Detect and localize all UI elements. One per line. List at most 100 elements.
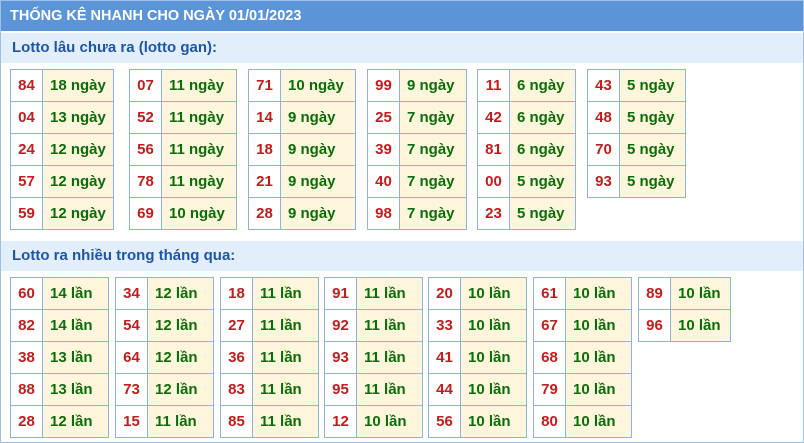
lotto-number: 99 bbox=[368, 70, 400, 101]
undefined-column: 18 11 lần 27 11 lần 36 11 lần 83 11 lần 85 11 lần bbox=[220, 277, 319, 438]
times-count: 11 lần bbox=[148, 406, 213, 437]
lotto-number: 39 bbox=[368, 134, 400, 165]
times-count: 11 lần bbox=[357, 374, 422, 405]
times-count: 10 lần bbox=[461, 278, 526, 309]
times-count: 10 lần bbox=[566, 342, 631, 373]
undefined-row: 81 6 ngày bbox=[478, 133, 575, 165]
times-count: 10 lần bbox=[461, 374, 526, 405]
times-count: 6 ngày bbox=[510, 134, 575, 165]
times-count: 11 lần bbox=[357, 342, 422, 373]
times-count: 10 lần bbox=[671, 278, 730, 309]
undefined-column: 11 6 ngày 42 6 ngày 81 6 ngày 00 5 ngày 23 5 ngày bbox=[477, 69, 576, 230]
lotto-number: 89 bbox=[639, 278, 671, 309]
times-count: 7 ngày bbox=[400, 134, 466, 165]
times-count: 14 lần bbox=[43, 278, 108, 309]
times-count: 11 lần bbox=[253, 374, 318, 405]
undefined-row: 24 12 ngày bbox=[11, 133, 113, 165]
undefined-row: 40 7 ngày bbox=[368, 165, 466, 197]
undefined-row: 33 10 lần bbox=[429, 309, 526, 341]
undefined-row: 00 5 ngày bbox=[478, 165, 575, 197]
undefined-row: 20 10 lần bbox=[429, 278, 526, 309]
lotto-number: 23 bbox=[478, 198, 510, 229]
lotto-number: 78 bbox=[130, 166, 162, 197]
undefined-row: 14 9 ngày bbox=[249, 101, 355, 133]
undefined-row: 68 10 lần bbox=[534, 341, 631, 373]
times-count: 9 ngày bbox=[281, 166, 355, 197]
lotto-number: 41 bbox=[429, 342, 461, 373]
undefined-row: 80 10 lần bbox=[534, 405, 631, 437]
lotto-number: 48 bbox=[588, 102, 620, 133]
times-count: 10 ngày bbox=[162, 198, 236, 229]
times-count: 12 ngày bbox=[43, 134, 113, 165]
lotto-number: 64 bbox=[116, 342, 148, 373]
times-count: 11 ngày bbox=[162, 166, 236, 197]
undefined-row: 61 10 lần bbox=[534, 278, 631, 309]
lotto-number: 95 bbox=[325, 374, 357, 405]
lotto-number: 67 bbox=[534, 310, 566, 341]
undefined-row: 70 5 ngày bbox=[588, 133, 685, 165]
undefined-row: 73 12 lần bbox=[116, 373, 213, 405]
times-count: 11 ngày bbox=[162, 70, 236, 101]
times-count: 11 lần bbox=[253, 342, 318, 373]
times-count: 12 lần bbox=[43, 406, 108, 437]
undefined-row: 83 11 lần bbox=[221, 373, 318, 405]
lotto-number: 57 bbox=[11, 166, 43, 197]
lotto-number: 68 bbox=[534, 342, 566, 373]
stats-panel: THỐNG KÊ NHANH CHO NGÀY 01/01/2023 Lotto… bbox=[0, 0, 804, 443]
lotto-number: 93 bbox=[588, 166, 620, 197]
lotto-number: 93 bbox=[325, 342, 357, 373]
undefined-row: 98 7 ngày bbox=[368, 197, 466, 229]
times-count: 14 lần bbox=[43, 310, 108, 341]
undefined-row: 52 11 ngày bbox=[130, 101, 236, 133]
undefined-row: 48 5 ngày bbox=[588, 101, 685, 133]
times-count: 6 ngày bbox=[510, 70, 575, 101]
undefined-column: 99 9 ngày 25 7 ngày 39 7 ngày 40 7 ngày 98 7 ngày bbox=[367, 69, 467, 230]
lotto-number: 36 bbox=[221, 342, 253, 373]
undefined-row: 95 11 lần bbox=[325, 373, 422, 405]
lotto-number: 42 bbox=[478, 102, 510, 133]
lotto-number: 18 bbox=[221, 278, 253, 309]
times-count: 5 ngày bbox=[620, 70, 685, 101]
lotto-number: 25 bbox=[368, 102, 400, 133]
lotto-number: 82 bbox=[11, 310, 43, 341]
undefined-column: 61 10 lần 67 10 lần 68 10 lần 79 10 lần 80 10 lần bbox=[533, 277, 632, 438]
lotto-number: 60 bbox=[11, 278, 43, 309]
times-count: 10 lần bbox=[566, 310, 631, 341]
times-count: 6 ngày bbox=[510, 102, 575, 133]
times-count: 12 lần bbox=[148, 278, 213, 309]
undefined-column: 84 18 ngày 04 13 ngày 24 12 ngày 57 12 ngày 59 12… bbox=[10, 69, 114, 230]
times-count: 10 lần bbox=[357, 406, 422, 437]
times-count: 10 lần bbox=[566, 278, 631, 309]
undefined-row: 21 9 ngày bbox=[249, 165, 355, 197]
lotto-number: 56 bbox=[130, 134, 162, 165]
gan-section-heading: Lotto lâu chưa ra (lotto gan): bbox=[1, 33, 803, 63]
times-count: 12 lần bbox=[148, 342, 213, 373]
times-count: 9 ngày bbox=[281, 198, 355, 229]
times-count: 13 lần bbox=[43, 374, 108, 405]
lotto-number: 80 bbox=[534, 406, 566, 437]
lotto-number: 83 bbox=[221, 374, 253, 405]
lotto-number: 73 bbox=[116, 374, 148, 405]
undefined-row: 18 9 ngày bbox=[249, 133, 355, 165]
times-count: 12 lần bbox=[148, 310, 213, 341]
undefined-column: 20 10 lần 33 10 lần 41 10 lần 44 10 lần 56 10 lần bbox=[428, 277, 527, 438]
lotto-number: 52 bbox=[130, 102, 162, 133]
undefined-row: 79 10 lần bbox=[534, 373, 631, 405]
undefined-row: 36 11 lần bbox=[221, 341, 318, 373]
times-count: 10 ngày bbox=[281, 70, 355, 101]
undefined-row: 39 7 ngày bbox=[368, 133, 466, 165]
lotto-number: 15 bbox=[116, 406, 148, 437]
times-count: 11 lần bbox=[357, 278, 422, 309]
undefined-row: 96 10 lần bbox=[639, 309, 730, 341]
lotto-number: 43 bbox=[588, 70, 620, 101]
times-count: 9 ngày bbox=[400, 70, 466, 101]
undefined-row: 93 11 lần bbox=[325, 341, 422, 373]
times-count: 18 ngày bbox=[43, 70, 113, 101]
lotto-number: 27 bbox=[221, 310, 253, 341]
times-count: 5 ngày bbox=[510, 166, 575, 197]
undefined-column: 89 10 lần 96 10 lần bbox=[638, 277, 731, 342]
lotto-number: 04 bbox=[11, 102, 43, 133]
undefined-row: 60 14 lần bbox=[11, 278, 108, 309]
undefined-row: 28 12 lần bbox=[11, 405, 108, 437]
lotto-number: 07 bbox=[130, 70, 162, 101]
